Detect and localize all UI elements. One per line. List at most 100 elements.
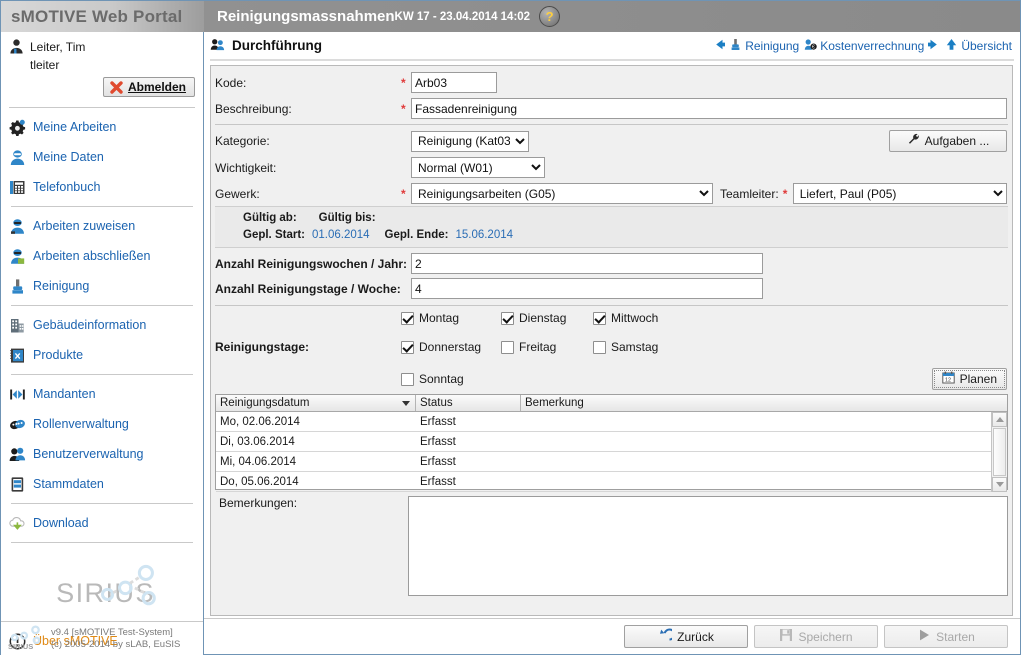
checkbox-dienstag[interactable]: Dienstag (501, 311, 593, 325)
wichtigkeit-select[interactable]: Normal (W01) (411, 157, 545, 178)
arrow-right-icon (927, 38, 940, 54)
svg-text:12: 12 (945, 378, 951, 384)
scrollbar-thumb[interactable] (993, 428, 1006, 476)
kode-input[interactable] (411, 72, 497, 93)
sidebar-item-label: Mandanten (33, 387, 96, 401)
table-column-header-bemerkung[interactable]: Bemerkung (521, 395, 1007, 411)
scroll-up-button[interactable] (992, 412, 1007, 427)
cleaning-icon (9, 278, 26, 295)
zurueck-button[interactable]: Zurück (624, 625, 748, 648)
wochen-input[interactable] (411, 253, 763, 274)
sidebar-divider-3 (11, 374, 193, 375)
sidebar-item-meine-arbeiten[interactable]: Meine Arbeiten (1, 112, 203, 142)
sidebar-item-stammdaten[interactable]: Stammdaten (1, 469, 203, 499)
sidebar: Leiter, Tim tleiter Abmelden Meine Arbei… (1, 32, 204, 655)
footer-text-block: v9.4 [sMOTIVE Test-System] (c) 2005-2014… (51, 627, 180, 651)
checkbox-mittwoch[interactable]: Mittwoch (593, 311, 658, 325)
sidebar-item-label: Meine Daten (33, 150, 104, 164)
sidebar-item-label: Telefonbuch (33, 180, 101, 194)
sidebar-item-produkte[interactable]: Produkte (1, 340, 203, 370)
sidebar-item-label: Gebäudeinformation (33, 318, 147, 332)
toolbar-link-reinigung[interactable]: Reinigung (713, 38, 799, 54)
header-right-area: KW 17 - 23.04.2014 14:02 ? (395, 6, 568, 27)
checkbox-box[interactable] (401, 372, 414, 386)
section-title: Durchführung (210, 37, 322, 54)
validity-block: Gültig ab: Gültig bis: Gepl. Start: 01.0… (215, 206, 1008, 248)
sidebar-item-arbeiten-abschliessen[interactable]: Arbeiten abschließen (1, 241, 203, 271)
checkbox-box[interactable] (593, 311, 606, 325)
logout-button[interactable]: Abmelden (102, 77, 195, 97)
tage-input[interactable] (411, 278, 763, 299)
sidebar-item-benutzerverwaltung[interactable]: Benutzerverwaltung (1, 439, 203, 469)
checkbox-box[interactable] (501, 311, 514, 325)
beschreibung-input[interactable] (411, 98, 1007, 119)
starten-button[interactable]: Starten (884, 625, 1008, 648)
aufgaben-label: Aufgaben ... (924, 134, 990, 148)
toolbar-link-kostenverrechnung[interactable]: € Kostenverrechnung (804, 38, 940, 54)
table-rows: Mo, 02.06.2014 Erfasst Di, 03.06.2014 Er… (216, 412, 991, 492)
remarks-textarea[interactable] (408, 496, 1008, 596)
svg-text:SIRIUS: SIRIUS (8, 641, 33, 649)
table-body: Mo, 02.06.2014 Erfasst Di, 03.06.2014 Er… (216, 412, 1007, 492)
sidebar-item-mandanten[interactable]: Mandanten (1, 379, 203, 409)
required-marker: * (401, 101, 406, 116)
sidebar-item-label: Meine Arbeiten (33, 120, 117, 134)
user-icon (8, 38, 25, 55)
gear-icon (9, 119, 26, 136)
toolbar-link-uebersicht[interactable]: Übersicht (945, 38, 1012, 54)
checkbox-box[interactable] (501, 340, 514, 354)
sidebar-item-arbeiten-zuweisen[interactable]: Arbeiten zuweisen (1, 211, 203, 241)
table-row[interactable]: Mo, 02.06.2014 Erfasst (216, 412, 991, 432)
table-row[interactable]: Do, 05.06.2014 Erfasst (216, 472, 991, 492)
remarks-row: Bemerkungen: (215, 496, 1008, 596)
column-label: Status (420, 397, 453, 409)
table-vertical-scrollbar[interactable] (991, 412, 1007, 492)
speichern-button[interactable]: Speichern (754, 625, 878, 648)
gepl-ende-label: Gepl. Ende: (384, 229, 449, 241)
section-title-text: Durchführung (232, 38, 322, 53)
checkbox-donnerstag[interactable]: Donnerstag (401, 340, 501, 354)
checkbox-freitag[interactable]: Freitag (501, 340, 593, 354)
aufgaben-button[interactable]: Aufgaben ... (889, 130, 1007, 152)
table-row[interactable]: Di, 03.06.2014 Erfasst (216, 432, 991, 452)
teamleiter-select[interactable]: Liefert, Paul (P05) (792, 183, 1007, 204)
table-row[interactable]: Mi, 04.06.2014 Erfasst (216, 452, 991, 472)
required-marker: * (401, 186, 406, 201)
checkbox-box[interactable] (593, 340, 606, 354)
sidebar-item-download[interactable]: Download (1, 508, 203, 538)
logout-label: Abmelden (127, 80, 186, 94)
checkbox-montag[interactable]: Montag (401, 311, 501, 325)
user-block: Leiter, Tim tleiter Abmelden (1, 32, 203, 103)
gewerk-select[interactable]: Reinigungsarbeiten (G05) (411, 183, 713, 204)
sidebar-item-telefonbuch[interactable]: Telefonbuch (1, 172, 203, 202)
chevron-up-icon (995, 417, 1004, 422)
table-column-header-status[interactable]: Status (416, 395, 521, 411)
checkbox-box[interactable] (401, 311, 414, 325)
table-column-header-datum[interactable]: Reinigungsdatum (216, 395, 416, 411)
sidebar-item-reinigung[interactable]: Reinigung (1, 271, 203, 301)
sidebar-item-label: Download (33, 516, 89, 530)
brand-area: sMOTIVE Web Portal (1, 1, 204, 32)
field-row-wochen: Anzahl Reinigungswochen / Jahr: (211, 253, 1012, 274)
svg-text:€: € (812, 44, 815, 50)
cleaning-days-row-1: Montag Dienstag Mittwoch (211, 311, 1012, 325)
checkbox-label: Dienstag (519, 311, 567, 325)
checkbox-label: Montag (419, 311, 460, 325)
validity-row-1: Gültig ab: Gültig bis: (243, 212, 1008, 224)
sidebar-item-rollenverwaltung[interactable]: Rollenverwaltung (1, 409, 203, 439)
checkbox-samstag[interactable]: Samstag (593, 340, 658, 354)
sidebar-item-meine-daten[interactable]: Meine Daten (1, 142, 203, 172)
reinigungstage-label: Reinigungstage: (215, 340, 310, 354)
help-button[interactable]: ? (539, 6, 561, 27)
sidebar-item-gebaeudeinformation[interactable]: Gebäudeinformation (1, 310, 203, 340)
sidebar-nav: Meine Arbeiten Meine Daten Telefonbuch A… (1, 112, 203, 543)
application-window: sMOTIVE Web Portal Reinigungsmassnahmen … (0, 0, 1021, 655)
execution-icon (210, 37, 227, 54)
cost-icon: € (804, 38, 817, 54)
scroll-down-button[interactable] (992, 477, 1007, 492)
user-row: Leiter, Tim (8, 38, 195, 55)
planen-button[interactable]: 12 Planen (931, 368, 1007, 390)
checkbox-box[interactable] (401, 340, 414, 354)
kategorie-select[interactable]: Reinigung (Kat03) (411, 130, 529, 152)
checkbox-sonntag[interactable]: Sonntag (401, 372, 464, 386)
